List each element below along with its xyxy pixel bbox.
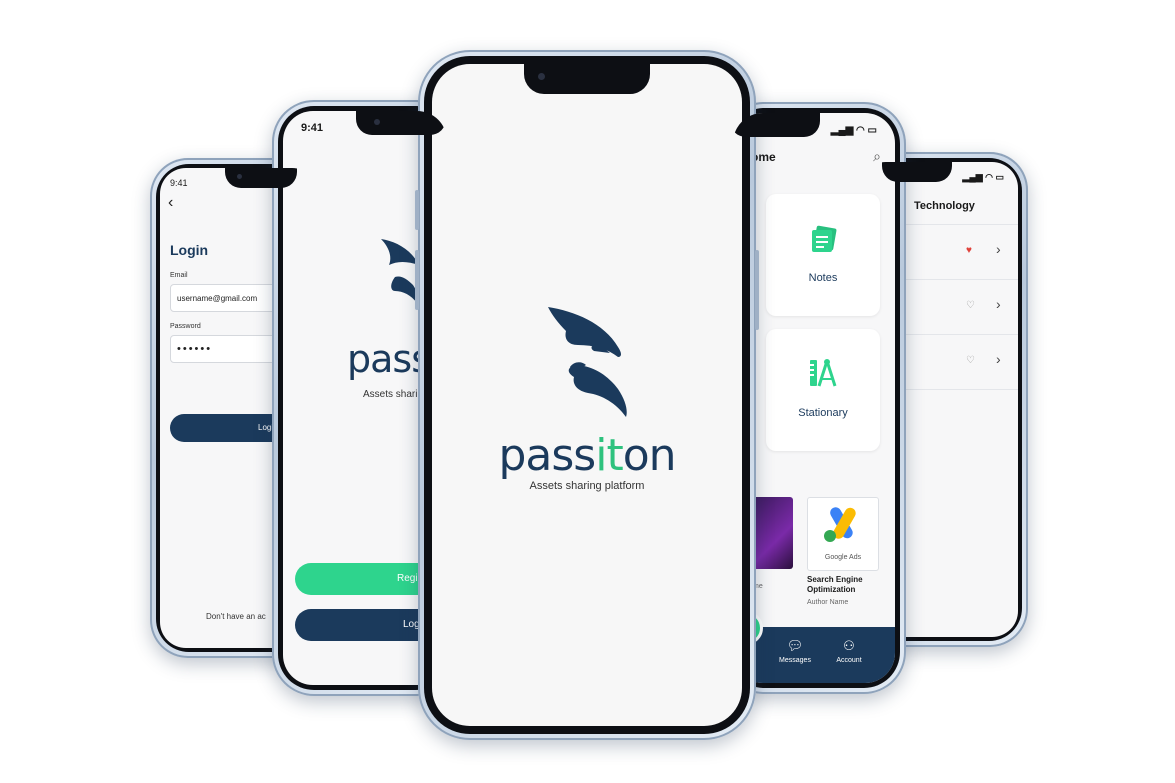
account-icon: ⚇ <box>843 638 855 653</box>
email-label: Email <box>170 272 188 279</box>
heart-filled-icon[interactable]: ♥ <box>966 245 972 256</box>
status-time: 9:41 <box>170 178 188 188</box>
asset-card[interactable]: Google Ads Search Engine Optimization Au… <box>807 497 887 617</box>
card-thumbnail <box>753 497 793 569</box>
back-arrow-icon[interactable]: ‹ <box>168 194 173 212</box>
splash-screen: passiton Assets sharing platform <box>432 64 742 726</box>
card-thumbnail: Google Ads <box>807 497 879 571</box>
phone-splash: passiton Assets sharing platform <box>415 50 759 740</box>
message-icon: 💬︎ <box>786 638 804 653</box>
heart-outline-icon[interactable]: ♡ <box>966 300 975 311</box>
brand-wordmark: passiton <box>498 430 676 481</box>
status-icons: ▂▄▆ ◠ ▭ <box>830 125 877 136</box>
heart-outline-icon[interactable]: ♡ <box>966 355 975 366</box>
notes-icon <box>812 225 837 252</box>
google-ads-logo <box>824 507 856 542</box>
chevron-right-icon: › <box>996 351 1001 367</box>
nav-account[interactable]: ⚇ Account <box>829 638 869 665</box>
signup-prompt[interactable]: Don't have an ac <box>206 612 266 621</box>
brand-tagline: Assets sharing platform <box>529 480 645 492</box>
category-notes[interactable]: Notes <box>766 194 880 316</box>
list-title: Technology <box>914 200 975 212</box>
logo-hands-icon <box>548 307 627 417</box>
search-icon[interactable]: ⌕ <box>873 148 881 165</box>
stationary-icon <box>810 359 837 387</box>
category-stationary[interactable]: Stationary <box>766 329 880 451</box>
status-time: 9:41 <box>301 122 324 134</box>
nav-messages[interactable]: 💬︎ Messages <box>775 638 815 665</box>
home-screen: ▂▄▆ ◠ ▭ ome ⌕ Notes Stationary me Google… <box>733 113 895 683</box>
chevron-right-icon: › <box>996 241 1001 257</box>
chevron-right-icon: › <box>996 296 1001 312</box>
login-title: Login <box>170 242 209 258</box>
password-label: Password <box>170 323 201 330</box>
status-icons: ▂▄▆ ◠ ▭ <box>962 172 1004 182</box>
